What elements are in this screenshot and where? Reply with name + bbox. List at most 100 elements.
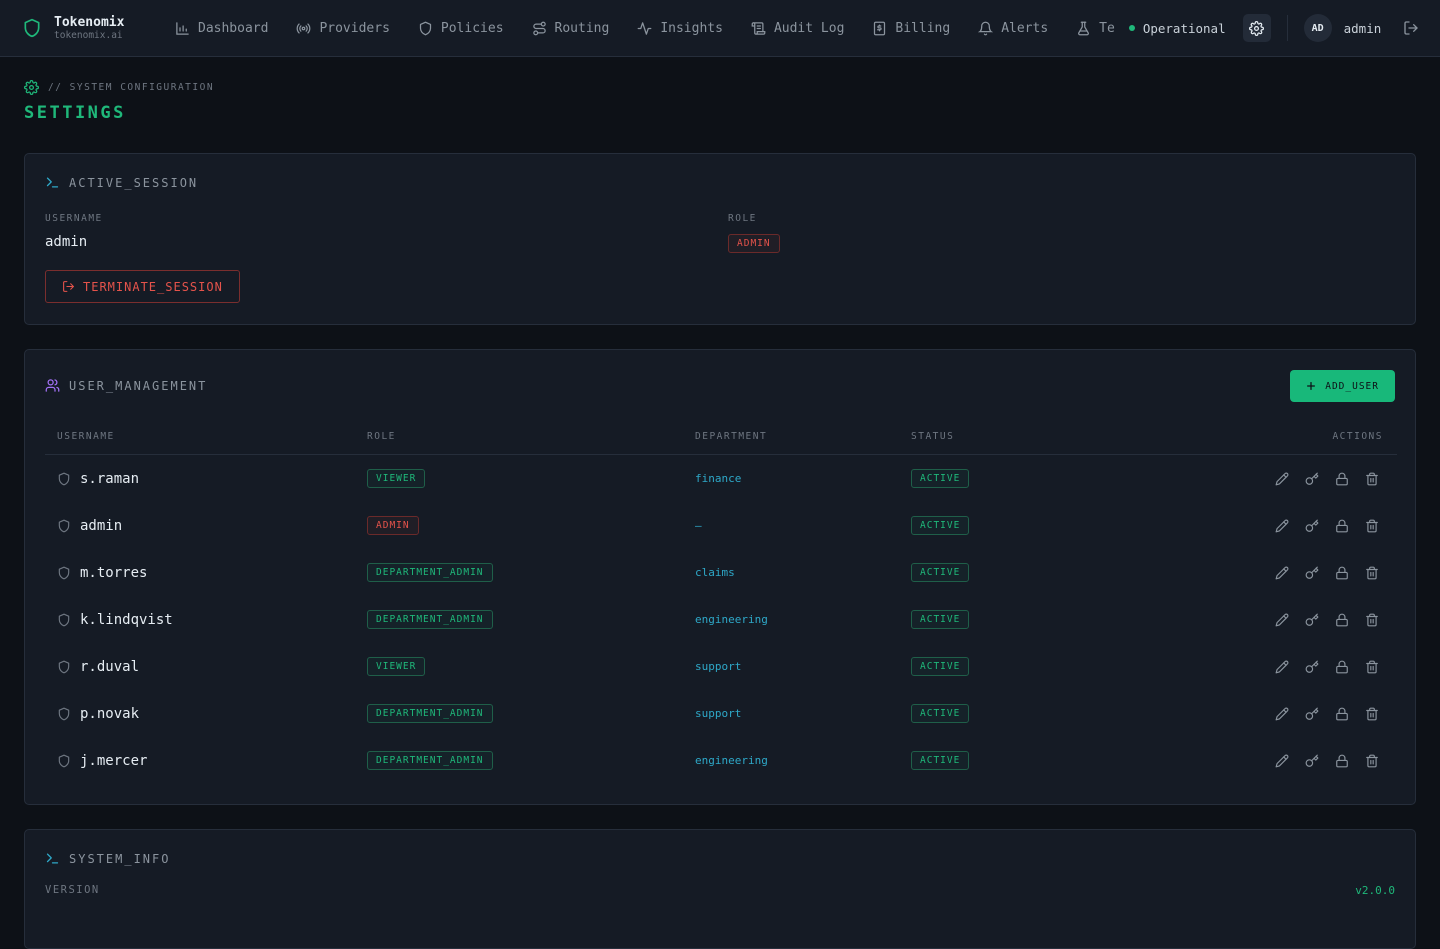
role-label: ROLE [728,213,757,224]
card-title-text: SYSTEM_INFO [69,851,171,866]
card-title: USER_MANAGEMENT [45,378,207,393]
system-info-card: SYSTEM_INFO VERSION v2.0.0 [24,829,1416,949]
edit-icon [1275,707,1289,720]
username-cell: r.duval [57,643,139,690]
department: claims [695,566,735,579]
edit-user-button[interactable] [1275,613,1289,627]
edit-user-button[interactable] [1275,472,1289,486]
username-label: USERNAME [45,213,103,224]
lock-user-button[interactable] [1335,519,1349,533]
username-cell: j.mercer [57,737,147,784]
activity-icon [637,21,652,35]
nav-item-insights[interactable]: Insights [623,12,737,44]
column-header: ACTIONS [1332,431,1383,442]
plus-icon [1307,382,1316,390]
status-badge: ACTIVE [911,469,970,488]
version-value: v2.0.0 [1355,884,1395,897]
username: admin [80,517,123,534]
edit-icon [1275,519,1289,532]
edit-user-button[interactable] [1275,660,1289,674]
shield-icon [58,707,70,720]
edit-icon [1275,754,1289,767]
shield-icon [58,519,70,532]
radio-icon [297,22,311,34]
add-user-label: ADD_USER [1325,380,1379,392]
reset-key-button[interactable] [1305,754,1319,768]
lock-user-button[interactable] [1335,613,1349,627]
flask-icon [1078,21,1090,35]
role-badge: VIEWER [367,657,426,676]
shield-icon [419,21,432,35]
nav-item-policies[interactable]: Policies [404,12,518,44]
edit-user-button[interactable] [1275,566,1289,580]
nav-item-audit-log[interactable]: Audit Log [737,12,858,44]
table-row: p.novak DEPARTMENT_ADMIN support ACTIVE [45,690,1397,737]
edit-icon [1275,472,1289,485]
logout-button[interactable] [1403,20,1419,36]
status-badge: ACTIVE [911,704,970,723]
department: finance [695,472,742,485]
department-cell: engineering [695,737,768,784]
edit-user-button[interactable] [1275,754,1289,768]
department: engineering [695,613,768,626]
edit-user-button[interactable] [1275,707,1289,721]
reset-key-button[interactable] [1305,472,1319,486]
gear-icon [1249,20,1265,36]
terminate-session-button[interactable]: TERMINATE_SESSION [45,270,240,303]
lock-user-button[interactable] [1335,566,1349,580]
nav-item-billing[interactable]: Billing [858,12,964,44]
nav-item-alerts[interactable]: Alerts [964,12,1062,44]
nav-label: Audit Log [773,20,845,36]
role-badge: DEPARTMENT_ADMIN [367,610,493,629]
key-icon [1305,613,1319,626]
nav-item-dashboard[interactable]: Dashboard [161,12,282,44]
page-title: SETTINGS [24,103,126,123]
delete-user-button[interactable] [1365,472,1379,486]
table-row: j.mercer DEPARTMENT_ADMIN engineering AC… [45,737,1397,784]
role-badge: DEPARTMENT_ADMIN [367,704,493,723]
column-header: ROLE [367,431,396,442]
table-row: s.raman VIEWER finance ACTIVE [45,455,1397,502]
users-icon [45,379,60,392]
delete-user-button[interactable] [1365,660,1379,674]
key-icon [1305,754,1319,767]
reset-key-button[interactable] [1305,519,1319,533]
delete-user-button[interactable] [1365,613,1379,627]
trash-icon [1366,472,1378,485]
add-user-button[interactable]: ADD_USER [1290,370,1395,402]
logout-icon [1404,21,1418,35]
reset-key-button[interactable] [1305,566,1319,580]
lock-user-button[interactable] [1335,707,1349,721]
lock-user-button[interactable] [1335,754,1349,768]
avatar[interactable]: AD [1303,14,1332,42]
lock-icon [1336,660,1348,673]
reset-key-button[interactable] [1305,613,1319,627]
lock-user-button[interactable] [1335,660,1349,674]
scroll-icon [751,21,766,35]
delete-user-button[interactable] [1365,754,1379,768]
lock-icon [1336,566,1348,579]
table-row: k.lindqvist DEPARTMENT_ADMIN engineering… [45,596,1397,643]
page-header: // SYSTEM CONFIGURATION SETTINGS [24,80,214,123]
role-badge: DEPARTMENT_ADMIN [367,563,493,582]
status-dot [1128,25,1135,31]
brand[interactable]: Tokenomix tokenomix.ai [0,15,150,42]
lock-user-button[interactable] [1335,472,1349,486]
department-cell: engineering [695,596,768,643]
reset-key-button[interactable] [1305,660,1319,674]
settings-button[interactable] [1242,14,1271,42]
nav-item-providers[interactable]: Providers [282,12,403,44]
users-table: USERNAME ROLE DEPARTMENT STATUS ACTIONS … [45,424,1397,784]
delete-user-button[interactable] [1365,566,1379,580]
delete-user-button[interactable] [1365,519,1379,533]
edit-user-button[interactable] [1275,519,1289,533]
receipt-icon [874,21,886,35]
version-label: VERSION [45,884,100,896]
delete-user-button[interactable] [1365,707,1379,721]
nav-label: Insights [660,20,723,36]
department: support [695,660,742,673]
reset-key-button[interactable] [1305,707,1319,721]
nav-item-routing[interactable]: Routing [518,12,624,44]
nav-item-te[interactable]: Te [1062,12,1119,44]
edit-icon [1275,660,1289,673]
